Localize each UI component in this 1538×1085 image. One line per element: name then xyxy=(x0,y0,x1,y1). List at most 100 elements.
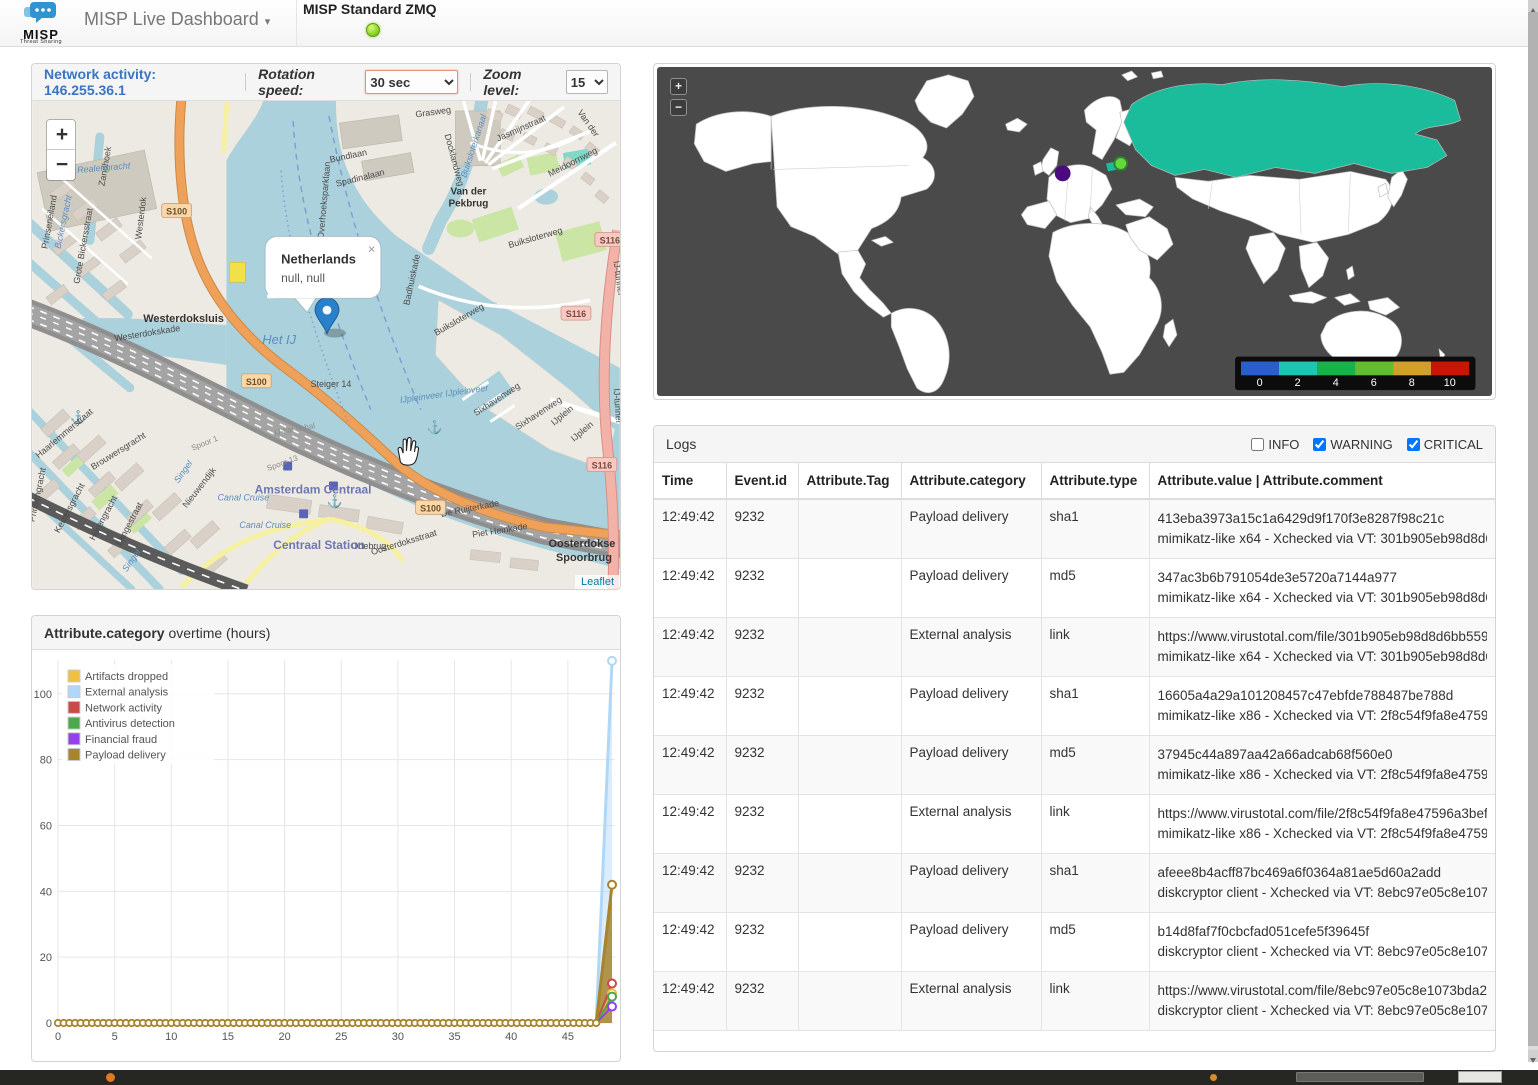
map-zoom-in-button[interactable]: + xyxy=(47,120,76,150)
log-type: link xyxy=(1041,618,1149,677)
brand-subtext: Threat Sharing xyxy=(10,39,72,45)
chart-element: 40 xyxy=(505,1031,517,1043)
map-label: Steiger 14 xyxy=(311,379,352,389)
log-value: 37945c44a897aa42a66adcab68f560e0 xyxy=(1158,745,1488,765)
log-category: Payload delivery xyxy=(901,559,1041,618)
log-row: 12:49:429232Payload deliverymd5b14d8faf7… xyxy=(654,913,1495,972)
chart-element xyxy=(608,657,616,665)
scrollbar-thumb[interactable] xyxy=(1528,12,1538,1046)
dashboard-title-dropdown[interactable]: MISP Live Dashboard▾ xyxy=(84,9,270,30)
chart-element xyxy=(68,733,80,745)
log-tag xyxy=(798,499,901,559)
log-type: link xyxy=(1041,795,1149,854)
network-activity-link[interactable]: Network activity: 146.255.36.1 xyxy=(44,66,233,98)
log-comment: diskcryptor client - Xchecked via VT: 8e… xyxy=(1158,942,1488,962)
scrollbar-up-arrow-icon[interactable] xyxy=(1528,0,1538,12)
log-value-comment: https://www.virustotal.com/file/8ebc97e0… xyxy=(1149,972,1495,1031)
log-event-id: 9232 xyxy=(726,972,798,1031)
chart-element: Payload delivery xyxy=(85,750,166,762)
filter-info-checkbox[interactable] xyxy=(1251,438,1264,451)
chart-element xyxy=(58,993,612,1023)
chart-element xyxy=(608,993,616,1001)
log-tag xyxy=(798,677,901,736)
chart-element xyxy=(58,885,612,1023)
filter-warning-checkbox[interactable] xyxy=(1313,438,1326,451)
log-value-comment: 37945c44a897aa42a66adcab68f560e0mimikatz… xyxy=(1149,736,1495,795)
log-value: 16605a4a29a101208457c47ebfde788487be788d xyxy=(1158,686,1488,706)
zoom-level-select[interactable]: 15 xyxy=(566,70,608,94)
world-zoom-out-button[interactable]: − xyxy=(670,99,687,116)
logs-panel: Logs INFOWARNINGCRITICAL TimeEvent.idAtt… xyxy=(653,425,1496,1052)
log-time: 12:49:42 xyxy=(654,618,726,677)
log-time: 12:49:42 xyxy=(654,559,726,618)
log-value-comment: https://www.virustotal.com/file/2f8c54f9… xyxy=(1149,795,1495,854)
log-time: 12:49:42 xyxy=(654,499,726,559)
log-tag xyxy=(798,913,901,972)
popup-coords: null, null xyxy=(281,271,325,285)
scrollbar-down-arrow-icon[interactable] xyxy=(1528,1050,1538,1062)
filter-critical-checkbox[interactable] xyxy=(1407,438,1420,451)
misp-logo[interactable]: MISP Threat Sharing xyxy=(10,1,72,45)
log-type: md5 xyxy=(1041,913,1149,972)
chart-element: External analysis xyxy=(85,687,169,699)
zoom-level-label: Zoom level: xyxy=(483,66,557,98)
map-label: Westerdoksluis xyxy=(143,313,224,325)
map-label: Centraal Station xyxy=(273,538,365,552)
world-zoom-in-button[interactable]: + xyxy=(670,78,687,95)
leaflet-map[interactable]: ⚓ ⚓ ⚓ GraswegDocklandwegJasmijnstraatVan… xyxy=(32,101,620,589)
log-value-comment: https://www.virustotal.com/file/301b905e… xyxy=(1149,618,1495,677)
rotation-speed-select[interactable]: 30 sec xyxy=(365,70,458,94)
logs-table-header-row: TimeEvent.idAttribute.TagAttribute.categ… xyxy=(654,463,1495,499)
log-value: afeee8b4acff87bc469a6f0364a81ae5d60a2add xyxy=(1158,863,1488,883)
chart-element: 0 xyxy=(46,1018,52,1030)
active-country-marker[interactable] xyxy=(1114,157,1127,170)
chart-element xyxy=(68,749,80,761)
log-tag xyxy=(798,559,901,618)
road-badge: S116 xyxy=(587,458,617,472)
taskbar-item[interactable] xyxy=(1296,1072,1424,1082)
filter-warning[interactable]: WARNING xyxy=(1313,437,1392,452)
zmq-title: MISP Standard ZMQ xyxy=(303,0,437,17)
log-row: 12:49:429232Payload deliverysha1afeee8b4… xyxy=(654,854,1495,913)
chart-title-bold: Attribute.category xyxy=(44,625,165,641)
popup-close-icon[interactable]: × xyxy=(368,241,376,256)
logs-column-header: Event.id xyxy=(726,463,798,499)
svg-text:S116: S116 xyxy=(566,309,586,319)
chart-element: Artifacts dropped xyxy=(85,671,168,683)
filter-critical[interactable]: CRITICAL xyxy=(1407,437,1483,452)
log-event-id: 9232 xyxy=(726,913,798,972)
world-map[interactable]: 0246810 + − xyxy=(657,67,1492,396)
chart-element: 0 xyxy=(55,1031,61,1043)
taskbar-item[interactable] xyxy=(106,1073,115,1082)
log-event-id: 9232 xyxy=(726,559,798,618)
log-time: 12:49:42 xyxy=(654,854,726,913)
netherlands-marker[interactable] xyxy=(1055,166,1071,182)
header-divider xyxy=(470,73,471,91)
log-event-id: 9232 xyxy=(726,795,798,854)
svg-text:S100: S100 xyxy=(246,377,267,387)
log-category: Payload delivery xyxy=(901,499,1041,559)
chart-element xyxy=(68,686,80,698)
map-zoom-out-button[interactable]: − xyxy=(47,150,76,180)
caret-down-icon: ▾ xyxy=(265,16,271,28)
country-russia[interactable] xyxy=(1124,80,1461,178)
log-row: 12:49:429232Payload deliverysha1413eba39… xyxy=(654,499,1495,559)
taskbar-item[interactable] xyxy=(1458,1071,1502,1083)
map-label: Amsterdam Centraal xyxy=(255,482,372,496)
leaflet-link[interactable]: Leaflet xyxy=(581,576,614,588)
log-value: https://www.virustotal.com/file/301b905e… xyxy=(1158,627,1488,647)
log-category: External analysis xyxy=(901,972,1041,1031)
filter-info[interactable]: INFO xyxy=(1251,437,1299,452)
log-row: 12:49:429232External analysislinkhttps:/… xyxy=(654,795,1495,854)
logs-column-header: Attribute.value | Attribute.comment xyxy=(1149,463,1495,499)
map-label: Pekbrug xyxy=(449,199,489,210)
world-map-zoom-control: + − xyxy=(670,78,687,120)
page-scrollbar[interactable] xyxy=(1528,0,1538,1062)
log-type: sha1 xyxy=(1041,677,1149,736)
log-value-comment: 16605a4a29a101208457c47ebfde788487be788d… xyxy=(1149,677,1495,736)
rotation-speed-label: Rotation speed: xyxy=(258,66,359,98)
taskbar-item[interactable] xyxy=(1210,1074,1217,1081)
world-map-panel: 0246810 + − xyxy=(653,63,1496,400)
network-activity-panel: Network activity: 146.255.36.1 Rotation … xyxy=(31,63,621,590)
log-event-id: 9232 xyxy=(726,499,798,559)
